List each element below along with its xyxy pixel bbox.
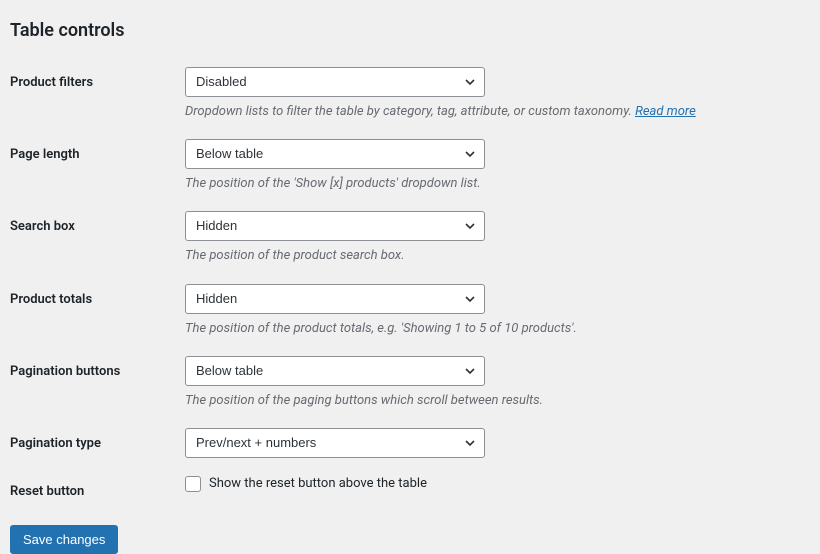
select-page-length[interactable]: Below table xyxy=(185,139,485,169)
desc-product-filters-text: Dropdown lists to filter the table by ca… xyxy=(185,104,635,119)
desc-page-length: The position of the 'Show [x] products' … xyxy=(185,175,800,193)
select-product-filters[interactable]: Disabled xyxy=(185,67,485,97)
label-product-totals: Product totals xyxy=(10,274,185,346)
select-search-box[interactable]: Hidden xyxy=(185,211,485,241)
desc-product-totals: The position of the product totals, e.g.… xyxy=(185,320,800,338)
row-page-length: Page length Below table The position of … xyxy=(10,129,810,201)
row-pagination-buttons: Pagination buttons Below table The posit… xyxy=(10,346,810,418)
select-product-totals[interactable]: Hidden xyxy=(185,284,485,314)
checkbox-reset-button[interactable] xyxy=(185,476,201,492)
desc-pagination-buttons: The position of the paging buttons which… xyxy=(185,392,800,410)
row-product-filters: Product filters Disabled Dropdown lists … xyxy=(10,57,810,129)
section-title: Table controls xyxy=(10,20,810,41)
row-search-box: Search box Hidden The position of the pr… xyxy=(10,201,810,273)
select-pagination-buttons[interactable]: Below table xyxy=(185,356,485,386)
label-search-box: Search box xyxy=(10,201,185,273)
read-more-link[interactable]: Read more xyxy=(635,104,696,119)
checkbox-reset-button-label: Show the reset button above the table xyxy=(209,476,427,491)
row-reset-button: Reset button Show the reset button above… xyxy=(10,466,810,507)
label-reset-button: Reset button xyxy=(10,466,185,507)
label-pagination-type: Pagination type xyxy=(10,418,185,466)
label-product-filters: Product filters xyxy=(10,57,185,129)
desc-search-box: The position of the product search box. xyxy=(185,247,800,265)
row-product-totals: Product totals Hidden The position of th… xyxy=(10,274,810,346)
save-changes-button[interactable]: Save changes xyxy=(10,525,118,554)
desc-product-filters: Dropdown lists to filter the table by ca… xyxy=(185,103,800,121)
label-pagination-buttons: Pagination buttons xyxy=(10,346,185,418)
select-pagination-type[interactable]: Prev/next + numbers xyxy=(185,428,485,458)
row-pagination-type: Pagination type Prev/next + numbers xyxy=(10,418,810,466)
settings-table: Product filters Disabled Dropdown lists … xyxy=(10,57,810,507)
label-page-length: Page length xyxy=(10,129,185,201)
